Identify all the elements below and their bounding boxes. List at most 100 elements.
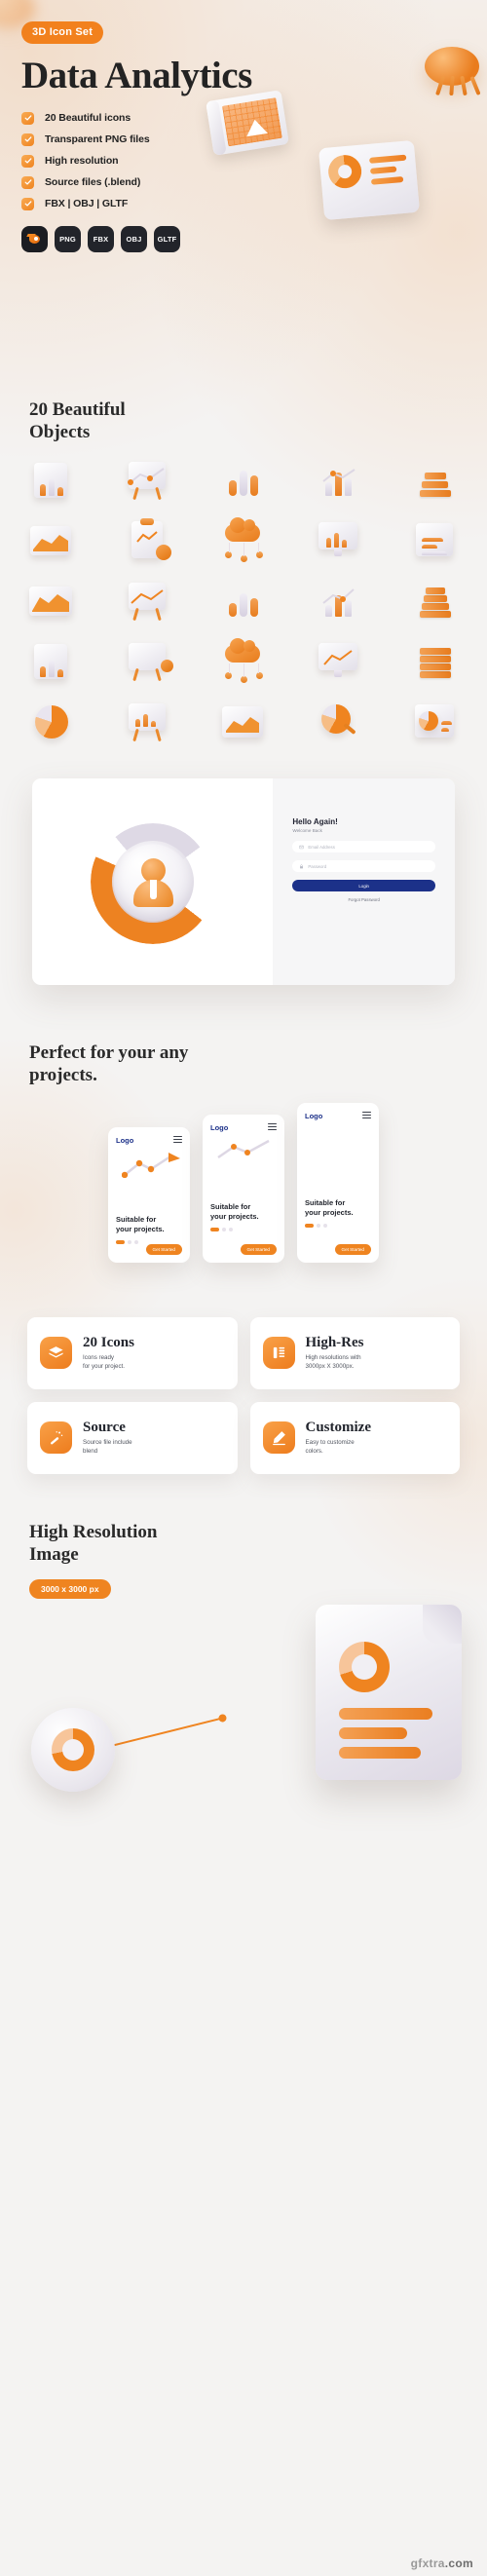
- icon-cell: [101, 634, 193, 689]
- feature-label: Transparent PNG files: [45, 133, 150, 146]
- presentation-board-icon: [123, 458, 173, 503]
- login-title: Hello Again!: [292, 817, 338, 827]
- feature-card-title: Customize: [305, 1419, 372, 1435]
- hamburger-menu-icon[interactable]: [173, 1135, 182, 1146]
- document-3d-icon: [316, 1604, 462, 1780]
- lock-icon: [300, 864, 304, 869]
- phone-illustration: [210, 1138, 277, 1198]
- carousel-dots[interactable]: [305, 1223, 371, 1228]
- page-title: Data Analytics: [21, 55, 252, 96]
- monitor-dashboard-icon: [314, 518, 364, 563]
- objects-title-line2: Objects: [29, 422, 91, 443]
- icon-cell: [390, 574, 481, 628]
- format-chip-obj: OBJ: [121, 225, 147, 252]
- format-chip-blender: [21, 225, 48, 252]
- poster-page: 3D Icon Set Data Analytics 20 Beautiful …: [0, 0, 487, 2576]
- high-resolution-illustration: [0, 1599, 487, 1842]
- phone-mockup-2: Logo Suitable for your projects. Get Sta…: [203, 1114, 284, 1263]
- projects-title-line1: Perfect for your any: [29, 1042, 189, 1064]
- growth-chart-icon: [314, 579, 364, 624]
- phone-illustration: [116, 1151, 182, 1211]
- icon-cell: [101, 513, 193, 568]
- hamburger-menu-icon[interactable]: [362, 1111, 371, 1121]
- histogram-icon: [26, 579, 77, 624]
- feature-card-20-icons: 20 Icons Icons ready for your project.: [27, 1316, 238, 1389]
- icon-cell: [101, 453, 193, 508]
- layers-icon: [40, 1337, 72, 1370]
- blender-logo-icon: [26, 233, 42, 246]
- footer-watermark: gfxtra.com: [0, 2551, 487, 2576]
- projects-section: Perfect for your any projects. Logo Suit…: [0, 1018, 487, 1291]
- login-mockup-section: Hello Again! Welcome Back Email Address …: [0, 749, 487, 1018]
- bar-chart-icon: [218, 458, 269, 503]
- window-report-icon: [410, 700, 461, 744]
- document-chart-icon: [26, 458, 77, 503]
- phone-cta-button[interactable]: Get Started: [334, 1243, 371, 1255]
- phone-cta-button[interactable]: Get Started: [240, 1243, 277, 1255]
- user-donut-3d-icon: [90, 819, 215, 945]
- feature-label: FBX | OBJ | GLTF: [45, 198, 129, 210]
- icon-cell: [101, 574, 193, 628]
- feature-card-desc: Icons ready for your project.: [83, 1354, 125, 1371]
- list-item: High resolution: [21, 154, 487, 168]
- login-button[interactable]: Login: [292, 880, 435, 892]
- icon-cell: [390, 634, 481, 689]
- hero-dashboard-card-3d: [318, 139, 421, 221]
- hires-title-line2: Image: [29, 1543, 79, 1565]
- login-form-panel: Hello Again! Welcome Back Email Address …: [273, 778, 455, 986]
- phone-header: Logo: [116, 1135, 182, 1146]
- feature-card-customize: Customize Easy to customize colors.: [249, 1401, 460, 1474]
- watermark-text: gfxtra.com: [410, 2557, 473, 2570]
- clipboard-report-icon: [123, 518, 173, 563]
- cloud-data-icon: [218, 517, 269, 563]
- objects-title-line1: 20 Beautiful: [29, 398, 126, 420]
- check-icon: [21, 154, 34, 168]
- check-icon: [21, 175, 34, 189]
- phone-illustration: [305, 1126, 371, 1194]
- check-icon: [21, 133, 34, 146]
- phone-cta-button[interactable]: Get Started: [145, 1243, 182, 1255]
- icon-cell: [198, 453, 289, 508]
- icon-cell: [6, 634, 97, 689]
- email-field[interactable]: Email Address: [292, 841, 435, 853]
- phone-logo: Logo: [210, 1122, 229, 1132]
- icon-grid: [0, 443, 487, 749]
- scatter-plot-icon: [314, 458, 364, 503]
- hamburger-menu-icon[interactable]: [268, 1122, 277, 1133]
- feature-label: High resolution: [45, 155, 119, 168]
- projects-title-line2: projects.: [29, 1065, 97, 1086]
- format-chip-gltf: GLTF: [154, 225, 180, 252]
- password-field[interactable]: Password: [292, 860, 435, 873]
- login-subtitle: Welcome Back: [292, 828, 322, 834]
- magnifier-zoom-icon: [31, 1707, 115, 1792]
- stacked-data-icon: [410, 458, 461, 503]
- feature-card-high-res: High-Res High resolutions with 3000px X …: [249, 1316, 460, 1389]
- phone-logo: Logo: [305, 1111, 323, 1120]
- phone-logo: Logo: [116, 1135, 134, 1145]
- feature-card-title: High-Res: [305, 1334, 364, 1350]
- callout-connector-line: [110, 1717, 223, 1747]
- server-rack-icon: [410, 639, 461, 684]
- phone-mockup-3: Logo Suitable for your projects. Get Sta…: [297, 1102, 379, 1263]
- feature-card-desc: Easy to customize colors.: [305, 1439, 355, 1456]
- high-resolution-section: High Resolution Image 3000 x 3000 px: [0, 1507, 487, 1842]
- icon-cell: [390, 453, 481, 508]
- icon-cell: [293, 574, 385, 628]
- feature-label: Source files (.blend): [45, 176, 141, 189]
- resolution-badge: 3000 x 3000 px: [29, 1578, 111, 1599]
- format-chip-fbx: FBX: [88, 225, 114, 252]
- column-chart-icon: [218, 579, 269, 624]
- document-chart-icon: [26, 639, 77, 684]
- feature-card-title: Source: [83, 1419, 126, 1435]
- format-badge-row: PNG FBX OBJ GLTF: [21, 225, 487, 252]
- icon-cell: [390, 513, 481, 568]
- phone-mockup-row: Logo Suitable for your projects. Get Sta…: [0, 1102, 487, 1263]
- line-graph-board-icon: [123, 579, 173, 624]
- icon-cell: [198, 513, 289, 568]
- phone-header: Logo: [210, 1122, 277, 1133]
- projects-title: Perfect for your any projects.: [0, 1042, 487, 1086]
- forgot-password-link[interactable]: Forgot Password: [292, 897, 435, 902]
- objects-section: 20 Beautiful Objects: [0, 379, 487, 749]
- password-placeholder: Password: [308, 863, 327, 869]
- carousel-dots[interactable]: [210, 1227, 277, 1231]
